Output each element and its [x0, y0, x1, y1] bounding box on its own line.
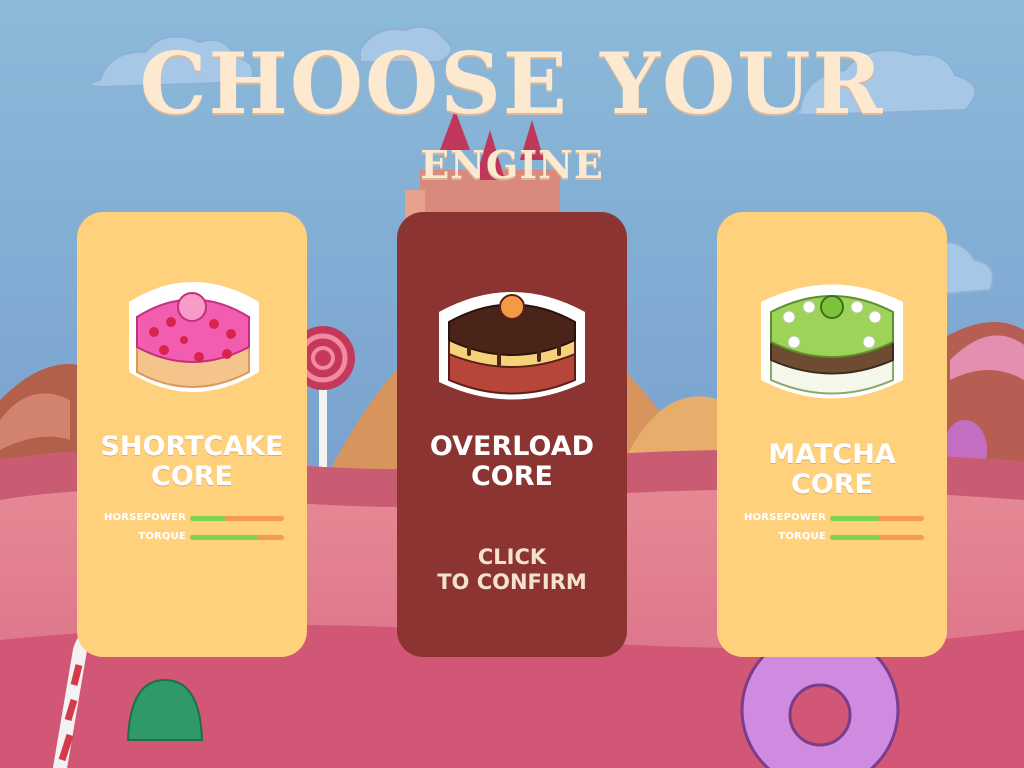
- stat-torque: TORQUE: [95, 531, 291, 550]
- engine-stats: HORSEPOWER TORQUE: [95, 512, 291, 550]
- click-to-confirm-button[interactable]: CLICK TO CONFIRM: [397, 545, 627, 595]
- screen-subtitle: ENGINE: [420, 142, 604, 187]
- screen-title: CHOOSE YOUR: [139, 34, 885, 133]
- engine-card-matcha[interactable]: MATCHA CORE HORSEPOWER TORQUE: [717, 212, 947, 657]
- stat-fill: [190, 535, 258, 540]
- stat-bar: [190, 516, 284, 521]
- stat-horsepower: HORSEPOWER: [735, 512, 931, 531]
- strawberry-shortcake-icon: [109, 262, 275, 422]
- confirm-line2: TO CONFIRM: [437, 570, 587, 594]
- card-title-line2: CORE: [150, 461, 233, 492]
- stat-fill: [190, 516, 226, 521]
- stat-bar: [190, 535, 284, 540]
- stat-label: HORSEPOWER: [104, 512, 186, 523]
- stat-label: TORQUE: [138, 531, 186, 542]
- stat-bar: [830, 516, 924, 521]
- stat-fill: [830, 516, 879, 521]
- card-title-line2: CORE: [470, 461, 553, 492]
- stat-bar: [830, 535, 924, 540]
- stat-horsepower: HORSEPOWER: [95, 512, 291, 531]
- chocolate-layer-cake-icon: [429, 262, 595, 422]
- engine-stats: HORSEPOWER TORQUE: [735, 512, 931, 550]
- stat-torque: TORQUE: [735, 531, 931, 550]
- card-title-line1: SHORTCAKE: [100, 431, 284, 462]
- card-title-line1: OVERLOAD: [429, 431, 595, 462]
- stat-label: HORSEPOWER: [744, 512, 826, 523]
- matcha-cake-icon: [749, 262, 915, 422]
- stat-label: TORQUE: [778, 531, 826, 542]
- engine-card-overload[interactable]: OVERLOAD CORE CLICK TO CONFIRM: [397, 212, 627, 657]
- card-title-line1: MATCHA: [768, 439, 896, 470]
- confirm-line1: CLICK: [477, 545, 547, 569]
- card-title-line2: CORE: [790, 469, 873, 500]
- stat-fill: [830, 535, 879, 540]
- engine-card-shortcake[interactable]: SHORTCAKE CORE HORSEPOWER TORQUE: [77, 212, 307, 657]
